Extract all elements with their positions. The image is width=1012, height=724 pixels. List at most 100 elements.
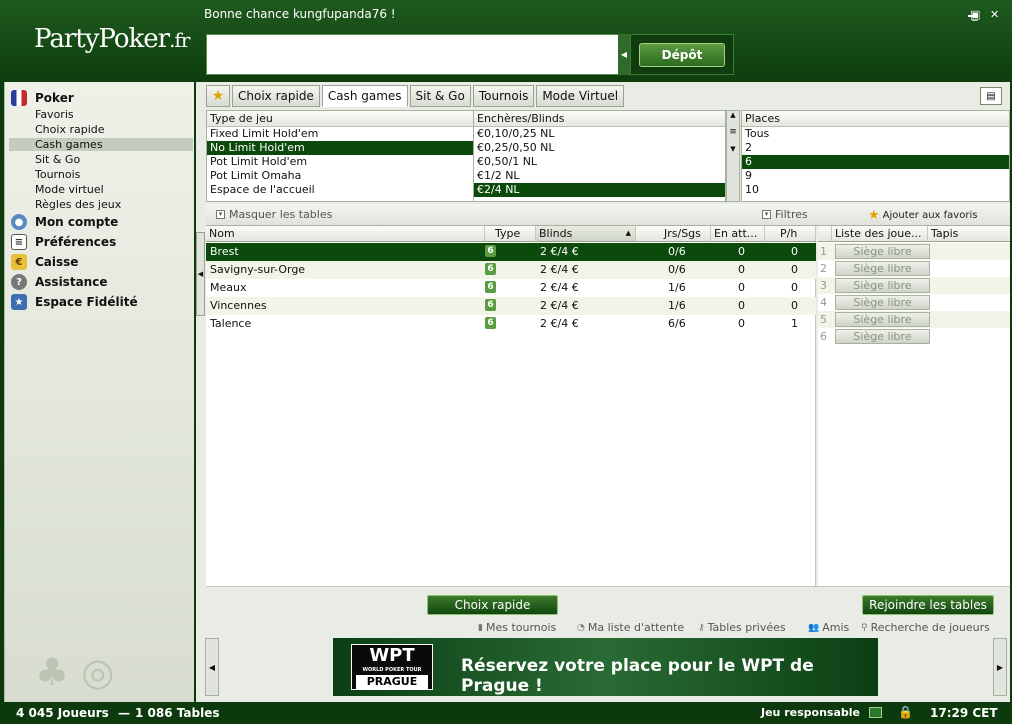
cashier-icon: € — [11, 254, 27, 270]
close-icon[interactable]: ✕ — [990, 8, 999, 21]
tab-cash-games[interactable]: Cash games — [321, 85, 408, 107]
free-seat-button[interactable]: Siège libre — [835, 329, 930, 344]
settings-list-icon: ≡ — [11, 234, 27, 250]
wpt-banner[interactable]: WPT WORLD POKER TOUR PRAGUE Réservez vot… — [333, 638, 878, 696]
sidebar-item-favoris[interactable]: Favoris — [35, 108, 74, 121]
responsible-gaming-link[interactable]: Jeu responsable — [761, 706, 860, 719]
waiting-list-link[interactable]: ◔ Ma liste d'attente — [577, 621, 684, 634]
table-row[interactable]: Talence 6 2 €/4 € 6/6 0 1 — [206, 315, 816, 333]
clock-time: 17:29 CET — [930, 706, 998, 720]
tab-tournois[interactable]: Tournois — [472, 85, 535, 107]
player-search-link[interactable]: ⚲ Recherche de joueurs — [861, 621, 990, 634]
sidebar-section-assistance[interactable]: ? Assistance — [11, 274, 107, 290]
table-row[interactable]: Meaux 6 2 €/4 € 1/6 0 0 — [206, 279, 816, 297]
sidebar-item-tournois[interactable]: Tournois — [35, 168, 80, 181]
col-tapis[interactable]: Tapis — [928, 226, 1010, 242]
private-tables-link[interactable]: ⚷ Tables privées — [698, 621, 786, 634]
free-seat-button[interactable]: Siège libre — [835, 295, 930, 310]
quick-choice-button[interactable]: Choix rapide — [427, 595, 558, 615]
game-type-item[interactable]: Espace de l'accueil — [207, 183, 473, 197]
col-jrs-sgs[interactable]: Jrs/Sgs — [636, 226, 711, 242]
message-box — [206, 34, 620, 75]
lock-icon[interactable]: 🔒 — [898, 705, 913, 719]
blinds-item-selected[interactable]: €2/4 NL — [474, 183, 725, 197]
sidebar-item-cash-games[interactable]: Cash games — [9, 138, 193, 151]
collapse-sidebar-handle[interactable]: ◀ — [196, 232, 205, 316]
banner-prev-arrow[interactable]: ◀ — [205, 638, 219, 696]
tab-favorites-star-icon[interactable]: ★ — [206, 85, 230, 107]
france-flag-icon — [11, 90, 27, 106]
seats-item[interactable]: Tous — [742, 127, 1009, 141]
banner-next-arrow[interactable]: ▶ — [993, 638, 1007, 696]
tab-mode-virtuel[interactable]: Mode Virtuel — [536, 85, 625, 107]
free-seat-button[interactable]: Siège libre — [835, 244, 930, 259]
col-type[interactable]: Type — [485, 226, 536, 242]
sidebar-item-mode-virtuel[interactable]: Mode virtuel — [35, 183, 104, 196]
game-type-item[interactable]: Pot Limit Hold'em — [207, 155, 473, 169]
user-icon: ● — [11, 214, 27, 230]
join-tables-button[interactable]: Rejoindre les tables — [862, 595, 994, 615]
message-scroll-arrow[interactable]: ◀ — [618, 34, 630, 75]
blinds-item[interactable]: €0,50/1 NL — [474, 155, 725, 169]
view-toggle-icon[interactable]: ▤ — [980, 87, 1002, 105]
loyalty-icon: ★ — [11, 294, 27, 310]
friends-icon: 👥 — [808, 622, 820, 633]
sidebar-section-caisse[interactable]: € Caisse — [11, 254, 78, 270]
hide-tables-checkbox[interactable]: ▾ — [216, 210, 225, 219]
table-row[interactable]: Vincennes 6 2 €/4 € 1/6 0 0 — [206, 297, 816, 315]
restore-icon[interactable]: ▣ — [970, 8, 980, 21]
seat-row: 3 Siège libre — [818, 277, 1010, 294]
blinds-scrollbar[interactable]: ▲ ≡ ▼ — [726, 110, 740, 202]
game-type-item-selected[interactable]: No Limit Hold'em — [207, 141, 473, 155]
seats-item[interactable]: 9 — [742, 169, 1009, 183]
search-icon: ⚲ — [861, 622, 868, 633]
tab-choix-rapide[interactable]: Choix rapide — [232, 85, 320, 107]
filters-toggle[interactable]: ▾ Filtres — [762, 208, 808, 221]
free-seat-button[interactable]: Siège libre — [835, 312, 930, 327]
table-row[interactable]: Savigny-sur-Orge 6 2 €/4 € 0/6 0 0 — [206, 261, 816, 279]
col-ph[interactable]: P/h — [765, 226, 816, 242]
clock-icon: ◔ — [577, 622, 585, 633]
tables-count: 1 086 Tables — [135, 706, 220, 720]
tab-sit-go[interactable]: Sit & Go — [409, 85, 471, 107]
monitor-icon[interactable] — [869, 707, 882, 718]
sidebar-section-mon-compte[interactable]: ● Mon compte — [11, 214, 118, 230]
free-seat-button[interactable]: Siège libre — [835, 261, 930, 276]
sidebar-section-espace-fidelite[interactable]: ★ Espace Fidélité — [11, 294, 138, 310]
greeting-text: Bonne chance kungfupanda76 ! — [204, 7, 396, 21]
hide-tables-toggle[interactable]: ▾ Masquer les tables — [216, 208, 332, 221]
col-nom[interactable]: Nom — [206, 226, 485, 242]
seats-list: Places Tous 2 6 9 10 — [741, 110, 1010, 202]
blinds-item[interactable]: €0,10/0,25 NL — [474, 127, 725, 141]
sidebar-item-regles[interactable]: Règles des jeux — [35, 198, 121, 211]
key-icon: ⚷ — [698, 622, 705, 633]
deposit-button[interactable]: Dépôt — [639, 43, 725, 67]
sidebar-item-sit-go[interactable]: Sit & Go — [35, 153, 80, 166]
seats-item-selected[interactable]: 6 — [742, 155, 1009, 169]
sidebar-section-preferences[interactable]: ≡ Préférences — [11, 234, 116, 250]
blinds-item[interactable]: €1/2 NL — [474, 169, 725, 183]
sort-icon: ▲ — [625, 229, 631, 237]
wpt-logo: WPT WORLD POKER TOUR PRAGUE — [351, 644, 433, 690]
col-player-list[interactable]: Liste des joue... — [832, 226, 928, 242]
players-count: 4 045 Joueurs — [16, 706, 109, 720]
friends-link[interactable]: 👥 Amis — [808, 621, 849, 634]
filters-checkbox[interactable]: ▾ — [762, 210, 771, 219]
headset-icon: ? — [11, 274, 27, 290]
add-favorites-button[interactable]: ★ Ajouter aux favoris — [868, 208, 977, 223]
banner-text: Réservez votre place pour le WPT de Prag… — [461, 656, 814, 696]
player-list: Liste des joue... Tapis 1 Siège libre 2 … — [818, 226, 1010, 586]
my-tournaments-link[interactable]: ▮ Mes tournois — [478, 621, 556, 634]
trophy-icon: ▮ — [478, 622, 483, 633]
free-seat-button[interactable]: Siège libre — [835, 278, 930, 293]
seats-item[interactable]: 10 — [742, 183, 1009, 197]
col-blinds[interactable]: Blinds ▲ — [536, 226, 636, 242]
table-row[interactable]: Brest 6 2 €/4 € 0/6 0 0 — [206, 243, 816, 261]
game-type-item[interactable]: Pot Limit Omaha — [207, 169, 473, 183]
sidebar-section-poker[interactable]: Poker — [11, 90, 74, 106]
sidebar-item-choix-rapide[interactable]: Choix rapide — [35, 123, 105, 136]
seats-item[interactable]: 2 — [742, 141, 1009, 155]
game-type-item[interactable]: Fixed Limit Hold'em — [207, 127, 473, 141]
blinds-item[interactable]: €0,25/0,50 NL — [474, 141, 725, 155]
col-en-attente[interactable]: En att... — [711, 226, 765, 242]
